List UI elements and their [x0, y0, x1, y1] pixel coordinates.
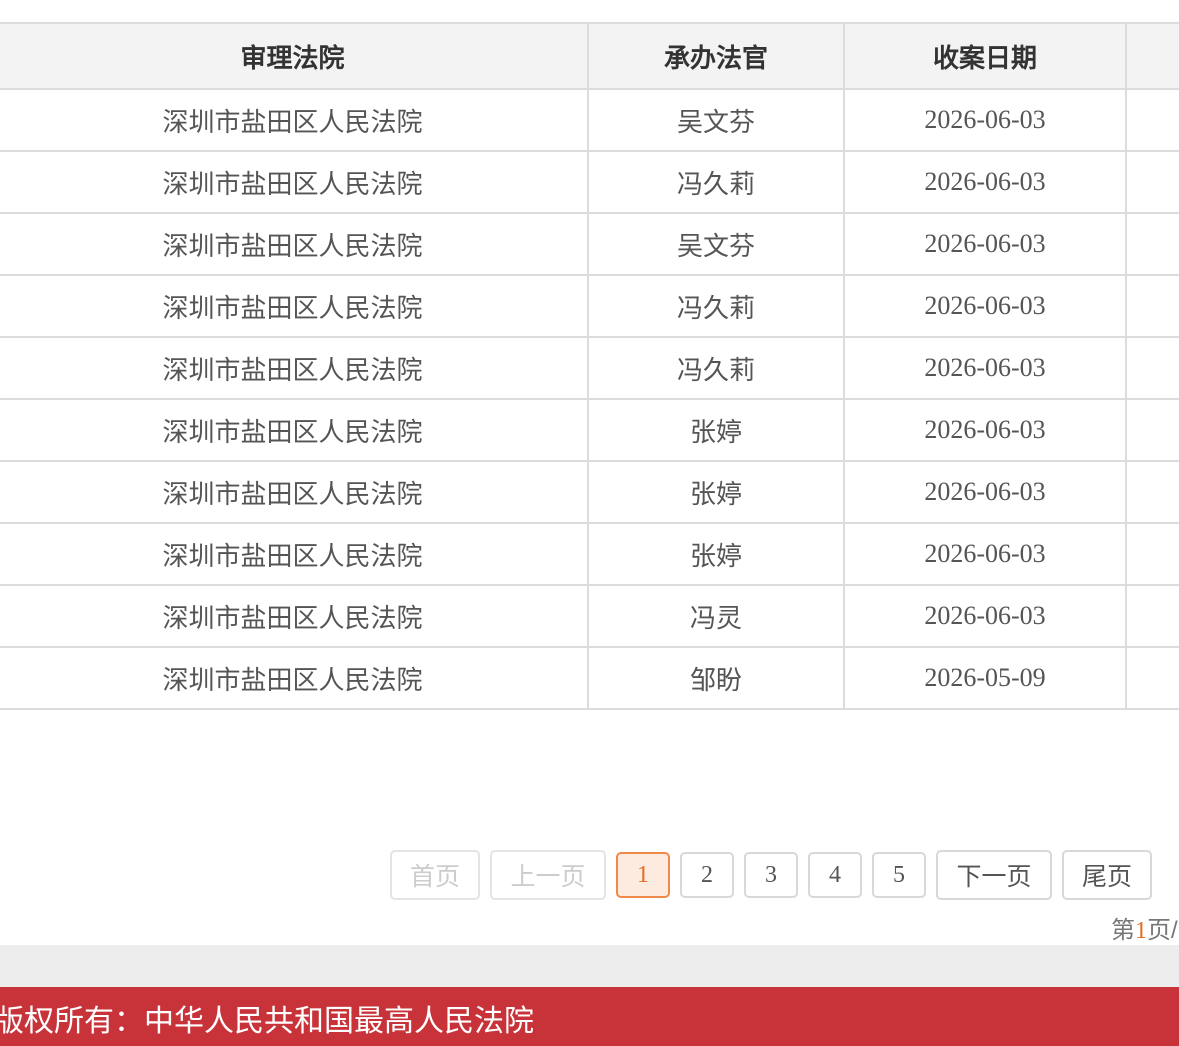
page-info: 第1页/ — [1111, 910, 1178, 945]
page-info-prefix: 第 — [1111, 917, 1135, 944]
table-row[interactable]: 深圳市盐田区人民法院 冯久莉 2026-06-03 — [0, 336, 1179, 400]
page-4-button[interactable]: 4 — [808, 852, 862, 898]
date-cell: 2026-06-03 — [843, 584, 1127, 648]
date-cell: 2026-06-03 — [843, 212, 1127, 276]
table-row[interactable]: 深圳市盐田区人民法院 冯灵 2026-06-03 — [0, 584, 1179, 648]
date-cell: 2026-06-03 — [843, 398, 1127, 462]
extra-cell — [1125, 522, 1179, 586]
extra-cell — [1125, 88, 1179, 152]
copyright-text: 版权所有：中华人民共和国最高人民法院 — [0, 1005, 534, 1038]
table-row[interactable]: 深圳市盐田区人民法院 吴文芬 2026-06-03 — [0, 88, 1179, 152]
court-cell: 深圳市盐田区人民法院 — [0, 398, 589, 462]
extra-cell — [1125, 336, 1179, 400]
date-cell: 2026-06-03 — [843, 522, 1127, 586]
court-cell: 深圳市盐田区人民法院 — [0, 646, 589, 710]
footer: 版权所有：中华人民共和国最高人民法院 — [0, 987, 1179, 1046]
judge-cell: 吴文芬 — [587, 212, 845, 276]
last-page-button[interactable]: 尾页 — [1062, 850, 1152, 900]
page-2-button[interactable]: 2 — [680, 852, 734, 898]
date-cell: 2026-06-03 — [843, 88, 1127, 152]
extra-cell — [1125, 274, 1179, 338]
header-court: 审理法院 — [0, 22, 589, 90]
table-row[interactable]: 深圳市盐田区人民法院 冯久莉 2026-06-03 — [0, 150, 1179, 214]
page-1-button[interactable]: 1 — [616, 852, 670, 898]
first-page-button[interactable]: 首页 — [390, 850, 480, 900]
separator-band — [0, 945, 1179, 987]
court-cell: 深圳市盐田区人民法院 — [0, 150, 589, 214]
table-row[interactable]: 深圳市盐田区人民法院 张婷 2026-06-03 — [0, 460, 1179, 524]
court-cell: 深圳市盐田区人民法院 — [0, 212, 589, 276]
extra-cell — [1125, 460, 1179, 524]
court-cell: 深圳市盐田区人民法院 — [0, 584, 589, 648]
extra-cell — [1125, 584, 1179, 648]
case-table-container: 审理法院 承办法官 收案日期 深圳市盐田区人民法院 吴文芬 2026-06-03… — [0, 22, 1179, 710]
table-row[interactable]: 深圳市盐田区人民法院 吴文芬 2026-06-03 — [0, 212, 1179, 276]
case-table: 审理法院 承办法官 收案日期 深圳市盐田区人民法院 吴文芬 2026-06-03… — [0, 22, 1179, 710]
extra-cell — [1125, 646, 1179, 710]
table-row[interactable]: 深圳市盐田区人民法院 冯久莉 2026-06-03 — [0, 274, 1179, 338]
judge-cell: 张婷 — [587, 460, 845, 524]
date-cell: 2026-06-03 — [843, 336, 1127, 400]
pagination: 首页 上一页 1 2 3 4 5 下一页 尾页 — [390, 850, 1152, 900]
header-judge: 承办法官 — [587, 22, 845, 90]
date-cell: 2026-06-03 — [843, 460, 1127, 524]
table-row[interactable]: 深圳市盐田区人民法院 张婷 2026-06-03 — [0, 398, 1179, 462]
page-5-button[interactable]: 5 — [872, 852, 926, 898]
judge-cell: 邹盼 — [587, 646, 845, 710]
court-cell: 深圳市盐田区人民法院 — [0, 522, 589, 586]
judge-cell: 冯久莉 — [587, 336, 845, 400]
judge-cell: 吴文芬 — [587, 88, 845, 152]
judge-cell: 冯灵 — [587, 584, 845, 648]
judge-cell: 冯久莉 — [587, 150, 845, 214]
date-cell: 2026-06-03 — [843, 274, 1127, 338]
extra-cell — [1125, 150, 1179, 214]
judge-cell: 张婷 — [587, 522, 845, 586]
page-info-suffix: 页/ — [1147, 917, 1178, 944]
table-header-row: 审理法院 承办法官 收案日期 — [0, 22, 1179, 90]
page-3-button[interactable]: 3 — [744, 852, 798, 898]
header-date: 收案日期 — [843, 22, 1127, 90]
header-extra — [1125, 22, 1179, 90]
extra-cell — [1125, 398, 1179, 462]
page: 审理法院 承办法官 收案日期 深圳市盐田区人民法院 吴文芬 2026-06-03… — [0, 0, 1179, 1046]
judge-cell: 张婷 — [587, 398, 845, 462]
prev-page-button[interactable]: 上一页 — [490, 850, 606, 900]
court-cell: 深圳市盐田区人民法院 — [0, 336, 589, 400]
court-cell: 深圳市盐田区人民法院 — [0, 460, 589, 524]
table-row[interactable]: 深圳市盐田区人民法院 邹盼 2026-05-09 — [0, 646, 1179, 710]
table-row[interactable]: 深圳市盐田区人民法院 张婷 2026-06-03 — [0, 522, 1179, 586]
court-cell: 深圳市盐田区人民法院 — [0, 88, 589, 152]
extra-cell — [1125, 212, 1179, 276]
date-cell: 2026-06-03 — [843, 150, 1127, 214]
next-page-button[interactable]: 下一页 — [936, 850, 1052, 900]
date-cell: 2026-05-09 — [843, 646, 1127, 710]
judge-cell: 冯久莉 — [587, 274, 845, 338]
page-info-current: 1 — [1135, 918, 1147, 944]
court-cell: 深圳市盐田区人民法院 — [0, 274, 589, 338]
